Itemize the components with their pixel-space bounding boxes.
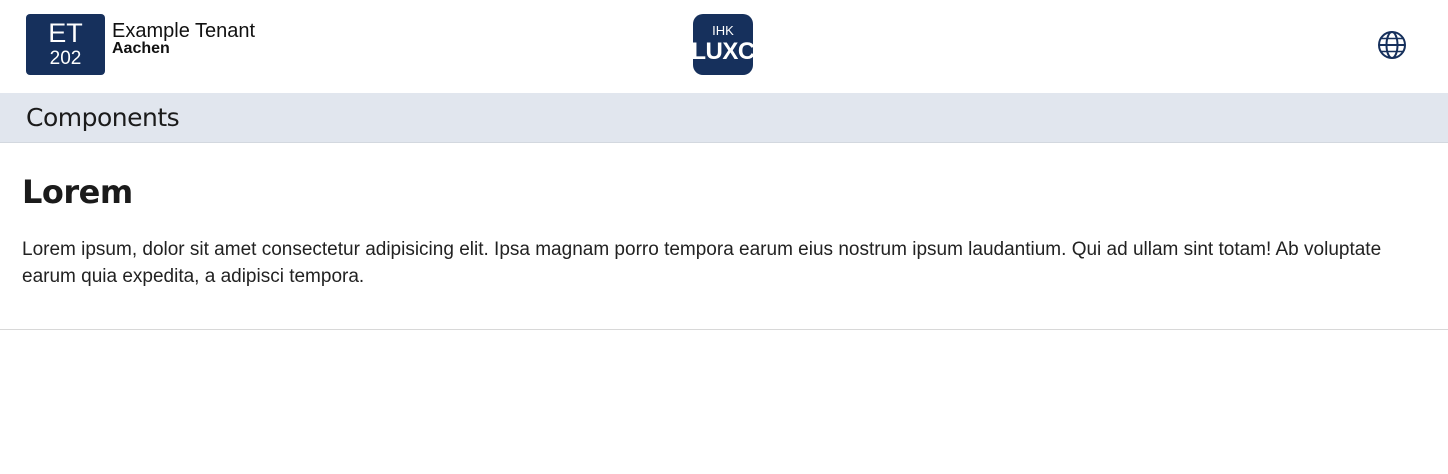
header: ET 202 Example Tenant Aachen IHK LUXC bbox=[0, 0, 1448, 93]
app-logo[interactable]: IHK LUXC bbox=[691, 14, 755, 75]
main-content: Lorem Lorem ipsum, dolor sit amet consec… bbox=[0, 143, 1448, 330]
tenant-city: Aachen bbox=[112, 40, 170, 57]
page-title: Components bbox=[26, 103, 180, 132]
language-button[interactable] bbox=[1376, 29, 1408, 61]
app-logo-big-text: LUXC bbox=[691, 37, 755, 65]
page-subheader: Components bbox=[0, 93, 1448, 143]
tenant-name: Example Tenant bbox=[112, 20, 256, 42]
tenant-badge: ET 202 bbox=[26, 14, 105, 75]
tenant-home-link[interactable]: ET 202 Example Tenant Aachen bbox=[26, 14, 255, 75]
section-heading: Lorem bbox=[22, 173, 133, 211]
app-logo-small-text: IHK bbox=[712, 22, 734, 38]
section-paragraph: Lorem ipsum, dolor sit amet consectetur … bbox=[22, 239, 1382, 287]
tenant-badge-code: ET bbox=[48, 17, 83, 48]
globe-icon bbox=[1378, 31, 1406, 59]
tenant-text: Example Tenant Aachen bbox=[112, 21, 255, 57]
tenant-badge-number: 202 bbox=[49, 47, 82, 69]
